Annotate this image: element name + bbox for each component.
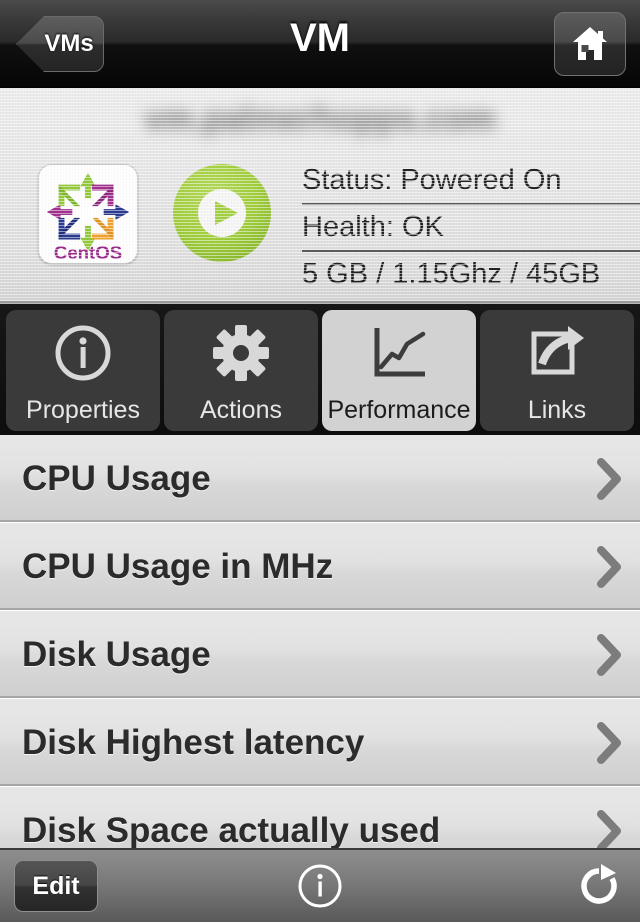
bottom-toolbar: Edit	[0, 848, 640, 922]
list-item-label: CPU Usage in MHz	[22, 546, 334, 586]
list-item[interactable]: CPU Usage in MHz	[0, 523, 640, 611]
tab-properties-label: Properties	[26, 396, 140, 424]
tab-performance-label: Performance	[327, 396, 471, 424]
tab-properties[interactable]: Properties	[6, 310, 160, 431]
top-navigation-bar: VMs VM	[0, 0, 640, 88]
home-icon	[573, 27, 607, 60]
list-item[interactable]: Disk Usage	[0, 611, 640, 699]
tab-bar: Properties Actions Performance Links	[0, 303, 640, 435]
external-link-icon	[480, 310, 634, 395]
refresh-icon	[581, 864, 617, 904]
svg-text:CentOS: CentOS	[54, 242, 122, 263]
performance-metric-list[interactable]: CPU Usage CPU Usage in MHz Disk Usage Di…	[0, 435, 640, 848]
vm-hostname: vm.palmerhopps.com	[144, 100, 496, 138]
edit-button[interactable]: Edit	[14, 860, 98, 912]
tab-performance[interactable]: Performance	[322, 310, 476, 431]
chevron-right-icon	[597, 633, 621, 676]
refresh-button[interactable]	[576, 863, 622, 909]
power-state-button[interactable]	[170, 161, 274, 265]
centos-logo: CentOS	[38, 164, 138, 264]
tab-links-label: Links	[527, 396, 587, 424]
vm-detail-screen: VMs VM vm.palmerhopps.com CentOS Status:…	[0, 0, 640, 922]
info-circle-icon	[298, 864, 342, 908]
chevron-right-icon	[597, 721, 621, 764]
vm-summary-panel: vm.palmerhopps.com CentOS Status: Powere…	[0, 88, 640, 303]
info-circle-icon	[6, 310, 160, 395]
tab-actions-label: Actions	[200, 396, 282, 424]
vm-health-row: Health: OK	[302, 205, 640, 252]
list-item[interactable]: Disk Highest latency	[0, 699, 640, 787]
chevron-right-icon	[597, 809, 621, 848]
gear-icon	[164, 310, 318, 395]
list-item-label: CPU Usage	[22, 458, 211, 498]
home-button[interactable]	[554, 12, 626, 76]
list-item-label: Disk Highest latency	[22, 722, 365, 762]
info-button[interactable]	[297, 863, 343, 909]
tab-links[interactable]: Links	[480, 310, 634, 431]
page-title: VM	[290, 16, 350, 60]
list-item[interactable]: Disk Space actually used	[0, 787, 640, 848]
edit-button-label: Edit	[32, 871, 80, 900]
vm-status-row: Status: Powered On	[302, 158, 640, 205]
list-item[interactable]: CPU Usage	[0, 435, 640, 523]
list-item-label: Disk Space actually used	[22, 810, 441, 849]
vm-resources-row: 5 GB / 1.15Ghz / 45GB	[302, 258, 601, 290]
chevron-right-icon	[597, 457, 621, 500]
line-chart-icon	[322, 310, 476, 395]
chevron-right-icon	[597, 545, 621, 588]
vm-info-rows: Status: Powered On Health: OK 5 GB / 1.1…	[302, 158, 640, 297]
tab-actions[interactable]: Actions	[164, 310, 318, 431]
play-circle-icon	[173, 164, 271, 262]
list-item-label: Disk Usage	[22, 634, 211, 674]
